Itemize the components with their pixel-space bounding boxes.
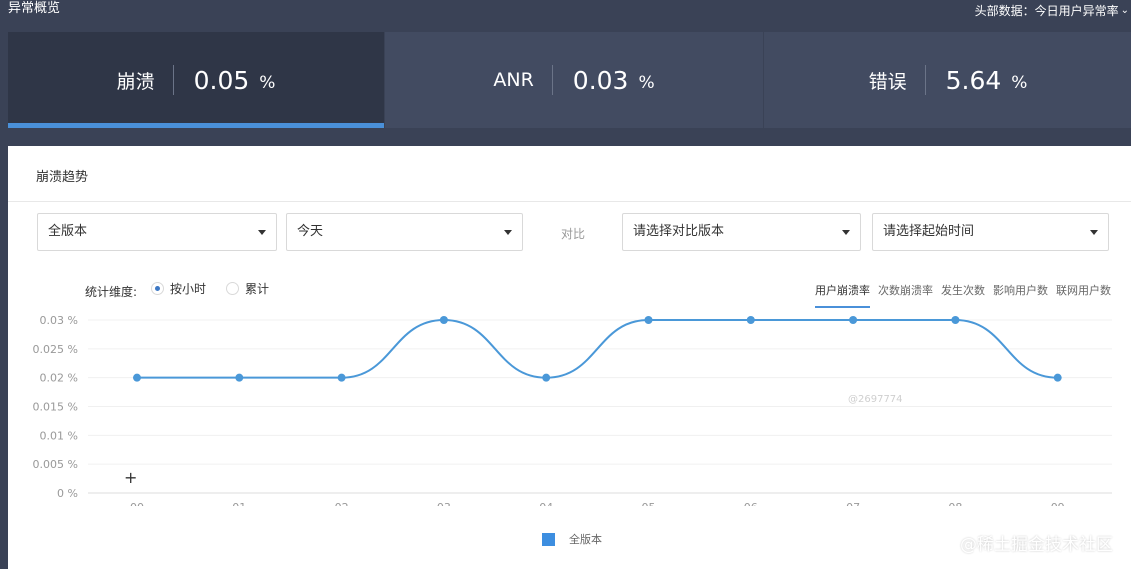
metric-tiles: 崩溃 0.05 % ANR 0.03 % 错误 5.64 % (8, 32, 1131, 128)
top-bar: 异常概览 头部数据：今日用户异常率 ⌄ (0, 0, 1131, 32)
day-select-value: 今天 (297, 224, 324, 239)
dimension-label: 统计维度: (85, 285, 138, 299)
y-tick-label: 0.025 % (33, 343, 78, 356)
day-select[interactable]: 今天 (286, 213, 523, 251)
caret-down-icon (1090, 230, 1098, 235)
metric-value: 0.05 (193, 65, 250, 95)
y-tick-label: 0.01 % (40, 429, 78, 442)
x-tick-label: 00 (130, 501, 144, 506)
data-point[interactable] (951, 316, 960, 324)
panel-title: 崩溃趋势 (36, 170, 89, 185)
metric-tabs: 用户崩溃率 次数崩溃率 发生次数 影响用户数 联网用户数 (815, 282, 1111, 308)
metric-separator (924, 65, 926, 95)
x-tick-label: 07 (846, 501, 860, 506)
metric-value: 5.64 (945, 65, 1002, 95)
metric-name: ANR (493, 69, 534, 91)
metric-separator (551, 65, 553, 95)
metric-tile-anr[interactable]: ANR 0.03 % (385, 32, 763, 128)
chevron-down-icon: ⌄ (1120, 5, 1129, 16)
x-tick-label: 03 (437, 501, 451, 506)
y-tick-label: 0 % (57, 487, 78, 500)
compare-time-placeholder: 请选择起始时间 (883, 224, 975, 239)
head-data-selector[interactable]: 头部数据：今日用户异常率 ⌄ (975, 2, 1129, 20)
crash-trend-chart: 0 % 0.005 % 0.01 % 0.015 % 0.02 % 0.025 % 0.03… (33, 314, 1112, 506)
x-tick-label: 04 (539, 501, 553, 506)
chart-legend[interactable]: 全版本 (542, 531, 602, 547)
y-tick-label: 0.015 % (33, 401, 78, 414)
metric-name: 崩溃 (116, 70, 155, 93)
metric-separator (172, 65, 174, 95)
active-indicator (8, 123, 384, 128)
caret-down-icon (258, 230, 266, 235)
x-tick-label: 06 (744, 501, 758, 506)
data-point[interactable] (1053, 373, 1062, 382)
y-tick-label: 0.03 % (40, 314, 78, 327)
data-point[interactable] (337, 373, 346, 382)
data-point[interactable] (133, 373, 141, 382)
radio-label: 累计 (245, 282, 270, 296)
y-tick-label: 0.02 % (40, 372, 78, 385)
page-title: 异常概览 (8, 1, 61, 16)
radio-cumulative[interactable]: 累计 (226, 280, 269, 297)
radio-label: 按小时 (170, 282, 207, 296)
metric-unit: % (259, 73, 276, 93)
caret-down-icon (504, 230, 512, 235)
version-select-value: 全版本 (48, 224, 88, 239)
divider (8, 201, 1131, 202)
data-point[interactable] (849, 316, 858, 324)
tab-occurrences[interactable]: 发生次数 (941, 282, 985, 298)
compare-label: 对比 (561, 227, 586, 241)
radio-unchecked-icon (226, 282, 239, 295)
version-select[interactable]: 全版本 (37, 213, 277, 251)
compare-version-placeholder: 请选择对比版本 (633, 224, 725, 239)
metric-tile-crash[interactable]: 崩溃 0.05 % (8, 32, 384, 128)
site-watermark: @稀土掘金技术社区 (960, 535, 1113, 555)
tab-user-crash-rate[interactable]: 用户崩溃率 (815, 282, 870, 308)
y-tick-label: 0.005 % (33, 458, 78, 471)
caret-down-icon (842, 230, 850, 235)
metric-tile-error[interactable]: 错误 5.64 % (764, 32, 1131, 128)
x-tick-label: 01 (232, 501, 246, 506)
legend-label: 全版本 (569, 533, 602, 546)
data-point[interactable] (542, 373, 551, 382)
metric-name: 错误 (868, 70, 907, 93)
x-tick-label: 09 (1051, 501, 1065, 506)
tab-count-crash-rate[interactable]: 次数崩溃率 (878, 282, 933, 298)
compare-version-select[interactable]: 请选择对比版本 (622, 213, 861, 251)
legend-swatch (542, 532, 555, 546)
data-point[interactable] (439, 316, 448, 324)
x-tick-label: 02 (335, 501, 349, 506)
tab-affected-users[interactable]: 影响用户数 (993, 282, 1048, 298)
metric-value: 0.03 (572, 65, 629, 95)
radio-by-hour[interactable]: 按小时 (151, 280, 206, 297)
data-point[interactable] (235, 373, 244, 382)
radio-checked-icon (151, 282, 164, 295)
data-point[interactable] (644, 316, 653, 324)
compare-time-select[interactable]: 请选择起始时间 (872, 213, 1109, 251)
tab-online-users[interactable]: 联网用户数 (1056, 282, 1111, 298)
head-data-label: 头部数据：今日用户异常率 (974, 4, 1119, 18)
chart-annotation: @2697774 (848, 394, 903, 405)
metric-unit: % (1011, 73, 1028, 93)
crash-trend-panel: 崩溃趋势 全版本 今天 对比 请选择对比版本 请选择起始时间 统计维度: 按小时… (8, 146, 1131, 569)
x-tick-label: 08 (948, 501, 962, 506)
metric-unit: % (638, 73, 655, 93)
data-point[interactable] (746, 316, 755, 324)
x-tick-label: 05 (642, 501, 656, 506)
plus-icon: + (124, 468, 138, 487)
